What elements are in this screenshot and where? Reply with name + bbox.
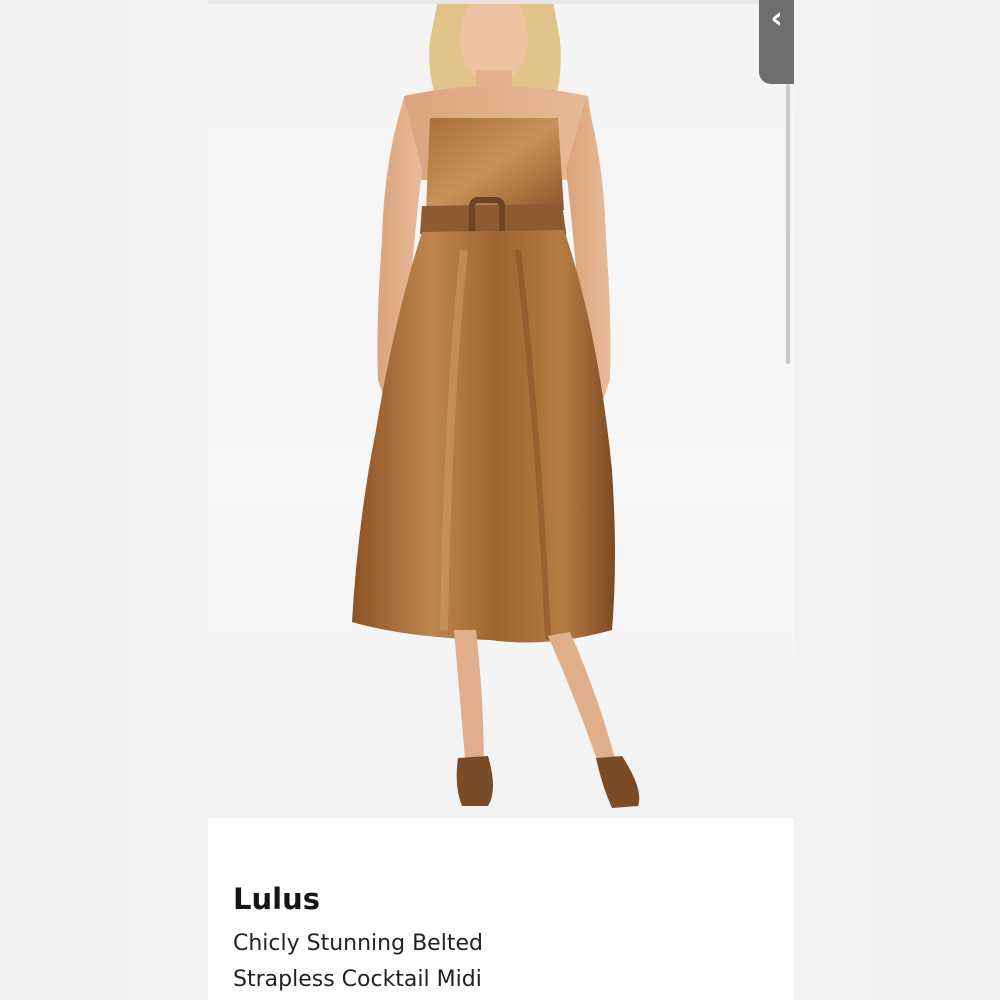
- product-title-line-1: Chicly Stunning Belted: [233, 931, 483, 956]
- bodice-shape: [426, 118, 564, 210]
- chevron-left-icon: ‹: [770, 1, 783, 36]
- scrollbar[interactable]: [786, 84, 790, 364]
- product-info: Lulus Chicly Stunning Belted Strapless C…: [208, 818, 794, 1000]
- right-shoe-shape: [596, 756, 640, 808]
- model-illustration: [352, 0, 640, 808]
- brand-name[interactable]: Lulus: [233, 882, 320, 916]
- status-divider: [208, 0, 794, 4]
- product-title-line-2: Strapless Cocktail Midi: [233, 967, 482, 992]
- product-photo[interactable]: ‹: [208, 0, 794, 818]
- right-leg-shape: [548, 632, 618, 774]
- left-shoe-shape: [456, 756, 493, 806]
- listing-screen: ‹ Lulus Chicly Stunning Belted Strapless…: [208, 0, 794, 1000]
- back-button[interactable]: ‹: [759, 0, 794, 84]
- left-leg-shape: [454, 630, 484, 770]
